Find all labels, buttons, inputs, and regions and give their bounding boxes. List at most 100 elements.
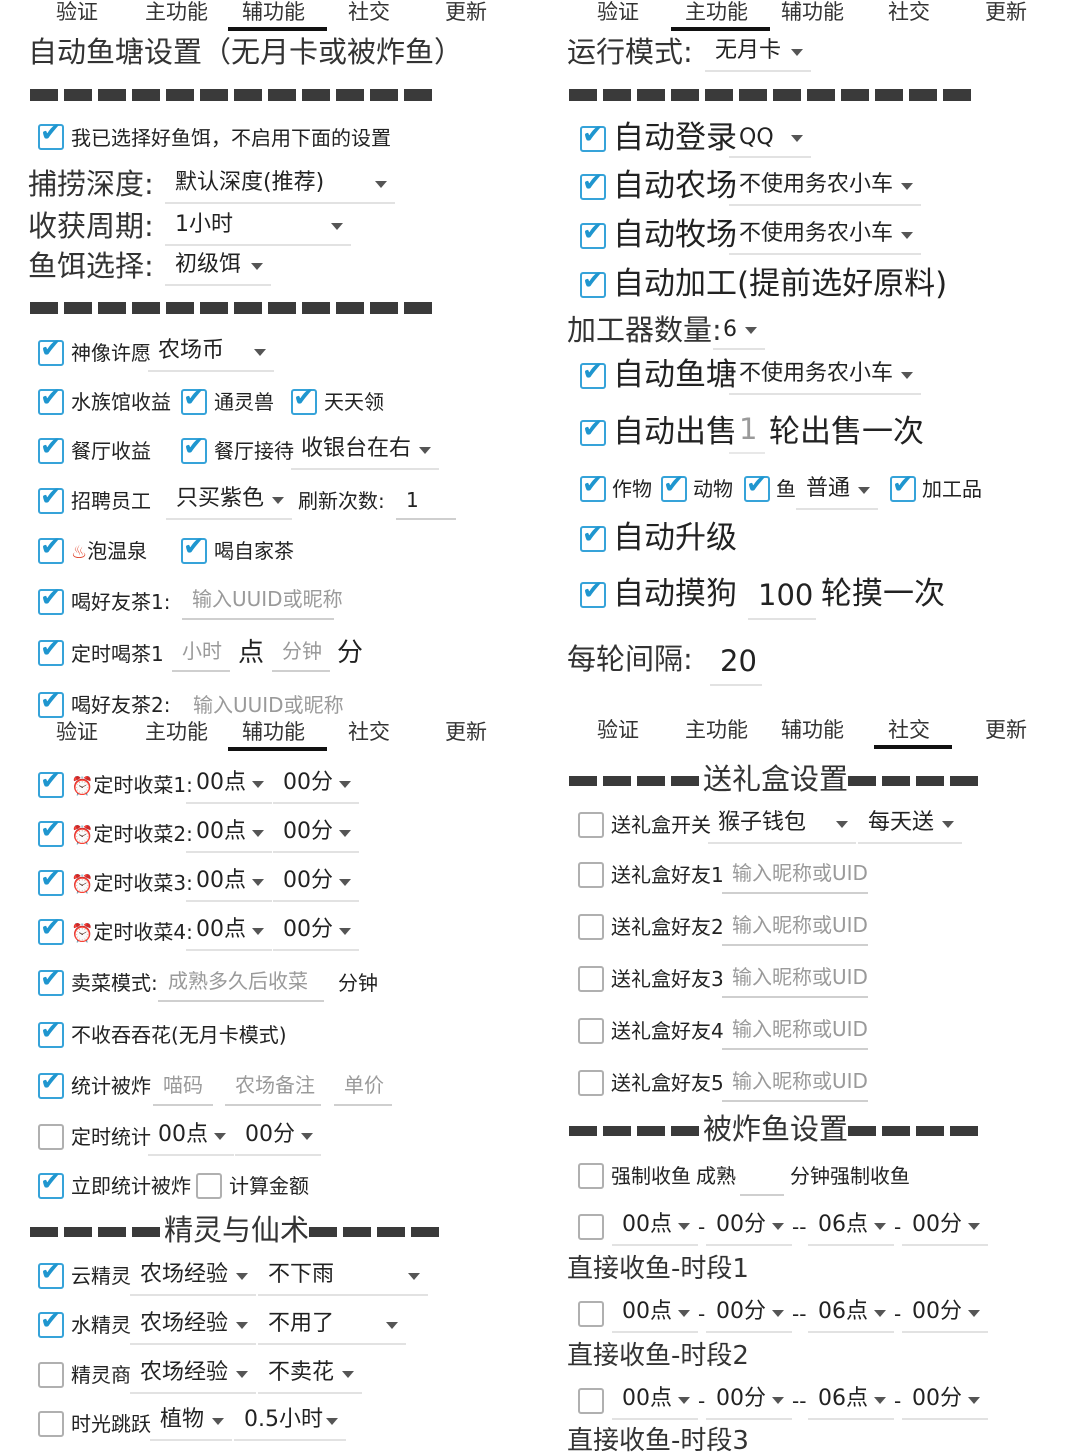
processor-count-select[interactable]: 6 (713, 312, 765, 350)
skip-bait-checkbox[interactable] (38, 120, 64, 150)
gift-friend-input[interactable]: 输入昵称或UID (722, 856, 868, 894)
period-end-hour-select[interactable]: 06点 (808, 1295, 894, 1333)
tab-aux[interactable]: 辅功能 (781, 720, 844, 741)
cycle-select[interactable]: 1小时 (165, 208, 351, 246)
water-spirit-checkbox[interactable] (38, 1308, 64, 1338)
harvest-minute-select[interactable]: 00分 (273, 766, 359, 804)
timed-tea-hour-input[interactable]: 小时 (172, 634, 230, 672)
tab-update[interactable]: 更新 (445, 2, 487, 23)
tab-update[interactable]: 更新 (985, 720, 1027, 741)
auto-sell-input[interactable]: 1 (729, 412, 765, 454)
auto-upgrade-checkbox[interactable] (580, 522, 606, 552)
tab-social[interactable]: 社交 (874, 720, 952, 749)
wish-checkbox[interactable] (38, 336, 64, 366)
no-flower-checkbox[interactable] (38, 1018, 64, 1048)
auto-pond-checkbox[interactable] (580, 359, 606, 389)
tab-aux[interactable]: 辅功能 (781, 2, 844, 23)
auto-ranch-checkbox[interactable] (580, 219, 606, 249)
merchant-select-1[interactable]: 农场经验 (130, 1356, 256, 1394)
friend-tea2-checkbox[interactable] (38, 688, 64, 718)
gift-frequency-select[interactable]: 每天送 (858, 806, 962, 844)
tab-social[interactable]: 社交 (348, 722, 390, 743)
auto-login-checkbox[interactable] (580, 122, 606, 152)
tab-main[interactable]: 主功能 (145, 2, 208, 23)
friend-tea1-input[interactable]: 输入UUID或昵称 (182, 582, 343, 620)
auto-farm-checkbox[interactable] (580, 170, 606, 200)
calc-amount-checkbox[interactable] (196, 1173, 222, 1199)
wish-select[interactable]: 农场币 (148, 334, 274, 372)
cloud-spirit-checkbox[interactable] (38, 1259, 64, 1289)
interval-input[interactable]: 20 (710, 640, 762, 686)
harvest-minute-select[interactable]: 00分 (273, 815, 359, 853)
tab-aux[interactable]: 辅功能 (228, 2, 327, 31)
period-end-minute-select[interactable]: 00分 (902, 1208, 988, 1246)
cloud-spirit-select-2[interactable]: 不下雨 (258, 1258, 428, 1296)
tab-verify[interactable]: 验证 (56, 2, 98, 23)
time-jump-select-1[interactable]: 植物 (150, 1405, 232, 1441)
period-end-minute-select[interactable]: 00分 (902, 1295, 988, 1333)
period-start-hour-select[interactable]: 00点 (612, 1208, 698, 1246)
harvest-hour-select[interactable]: 00点 (186, 913, 272, 951)
auto-process-checkbox[interactable] (580, 268, 606, 298)
period-end-hour-select[interactable]: 06点 (808, 1382, 894, 1420)
auto-login-select[interactable]: QQ (729, 120, 811, 158)
harvest-checkbox[interactable] (38, 866, 64, 896)
sell-fish-select[interactable]: 普通 (796, 472, 878, 510)
water-spirit-select-1[interactable]: 农场经验 (130, 1307, 256, 1345)
period-start-minute-select[interactable]: 00分 (706, 1382, 792, 1420)
gift-friend-input[interactable]: 输入昵称或UID (722, 960, 868, 998)
sell-animal-checkbox[interactable] (661, 472, 687, 502)
tab-social[interactable]: 社交 (888, 2, 930, 23)
harvest-minute-select[interactable]: 00分 (273, 913, 359, 951)
tab-update[interactable]: 更新 (985, 2, 1027, 23)
timed-stat-minute-select[interactable]: 00分 (235, 1118, 321, 1156)
merchant-checkbox[interactable] (38, 1362, 64, 1388)
cloud-spirit-select-1[interactable]: 农场经验 (130, 1258, 256, 1296)
hire-checkbox[interactable] (38, 484, 64, 514)
friend-tea2-input[interactable]: 输入UUID或昵称 (193, 695, 344, 715)
timed-stat-checkbox[interactable] (38, 1124, 64, 1150)
hire-select[interactable]: 只买紫色 (166, 482, 292, 520)
timed-stat-hour-select[interactable]: 00点 (148, 1118, 234, 1156)
harvest-minute-select[interactable]: 00分 (273, 864, 359, 902)
period-end-hour-select[interactable]: 06点 (808, 1208, 894, 1246)
harvest-checkbox[interactable] (38, 768, 64, 798)
auto-ranch-select[interactable]: 不使用务农小车 (729, 217, 921, 255)
depth-select[interactable]: 默认深度(推荐) (165, 166, 395, 204)
gift-switch-checkbox[interactable] (578, 812, 604, 838)
auto-dog-checkbox[interactable] (580, 578, 606, 608)
period-checkbox[interactable] (578, 1214, 604, 1240)
period-end-minute-select[interactable]: 00分 (902, 1382, 988, 1420)
sell-fish-checkbox[interactable] (744, 472, 770, 502)
restaurant-checkbox[interactable] (38, 434, 64, 464)
timed-tea-checkbox[interactable] (38, 636, 64, 666)
auto-farm-select[interactable]: 不使用务农小车 (729, 168, 921, 206)
tab-social[interactable]: 社交 (348, 2, 390, 23)
period-start-minute-select[interactable]: 00分 (706, 1295, 792, 1333)
now-stat-checkbox[interactable] (38, 1169, 64, 1199)
harvest-hour-select[interactable]: 00点 (186, 815, 272, 853)
bait-select[interactable]: 初级饵 (165, 248, 271, 286)
force-collect-input[interactable] (740, 1158, 784, 1196)
tab-verify[interactable]: 验证 (56, 722, 98, 743)
hotspring-checkbox[interactable] (38, 534, 64, 564)
harvest-hour-select[interactable]: 00点 (186, 864, 272, 902)
tab-main[interactable]: 主功能 (671, 2, 770, 31)
gift-friend-checkbox[interactable] (578, 862, 604, 888)
sell-crop-checkbox[interactable] (580, 472, 606, 502)
force-collect-checkbox[interactable] (578, 1163, 604, 1189)
harvest-checkbox[interactable] (38, 915, 64, 945)
stat-note-input[interactable]: 农场备注 (225, 1068, 321, 1106)
reception-select[interactable]: 收银台在右 (291, 432, 439, 470)
tab-verify[interactable]: 验证 (597, 2, 639, 23)
own-tea-checkbox[interactable] (181, 534, 207, 564)
time-jump-select-2[interactable]: 0.5小时 (234, 1405, 346, 1441)
sell-mode-checkbox[interactable] (38, 966, 64, 996)
water-spirit-select-2[interactable]: 不用了 (258, 1307, 406, 1345)
refresh-input[interactable]: 1 (396, 482, 456, 520)
merchant-select-2[interactable]: 不卖花 (258, 1356, 362, 1394)
tab-update[interactable]: 更新 (445, 722, 487, 743)
sell-mode-input[interactable]: 成熟多久后收菜 (158, 964, 324, 1002)
period-start-minute-select[interactable]: 00分 (706, 1208, 792, 1246)
reception-checkbox[interactable] (181, 434, 207, 464)
